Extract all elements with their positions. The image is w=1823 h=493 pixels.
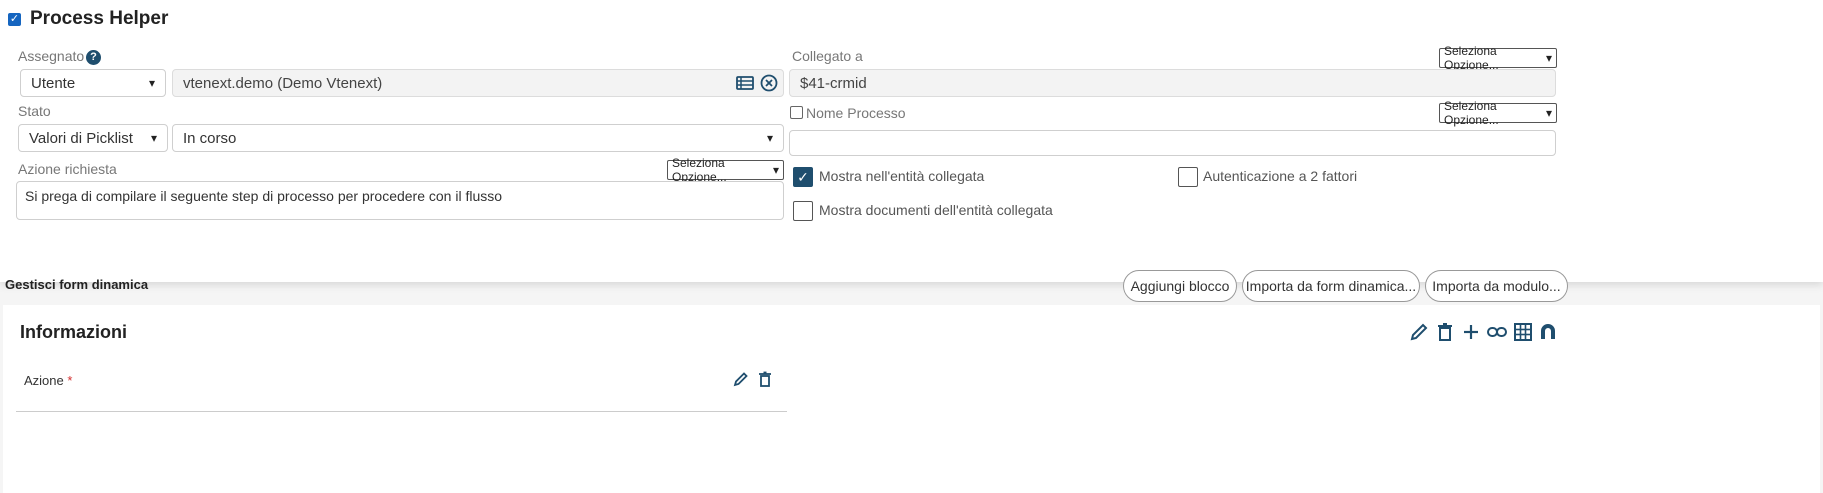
assigned-user-value: vtenext.demo (Demo Vtenext) [183, 74, 383, 92]
edit-icon[interactable] [1408, 321, 1430, 343]
help-icon[interactable]: ? [86, 50, 101, 65]
linked-field[interactable]: $41-crmid [789, 69, 1556, 97]
link-icon[interactable] [1486, 321, 1508, 343]
assigned-type-value: Utente [31, 74, 76, 92]
field-trash-icon[interactable] [756, 370, 774, 388]
status-label: Stato [18, 103, 51, 119]
action-required-option-select[interactable]: Seleziona Opzione... ▾ [667, 156, 784, 184]
list-icon[interactable] [736, 74, 754, 92]
page-title: Process Helper [30, 8, 169, 29]
chevron-down-icon: ▾ [1545, 51, 1552, 65]
process-helper-checkbox[interactable]: ✓ [8, 13, 21, 26]
table-icon[interactable] [1512, 321, 1534, 343]
field-edit-icon[interactable] [732, 370, 750, 388]
process-name-option-label: Seleziona Opzione... [1444, 99, 1499, 127]
block-title: Informazioni [20, 322, 127, 342]
action-required-textarea[interactable]: Si prega di compilare il seguente step d… [16, 181, 784, 220]
status-source-value: Valori di Picklist [29, 129, 133, 147]
import-module-button[interactable]: Importa da modulo... [1425, 270, 1568, 302]
chevron-down-icon: ▾ [766, 131, 773, 145]
linked-label: Collegato a [792, 48, 863, 64]
chevron-down-icon: ▾ [148, 76, 155, 90]
status-select[interactable]: In corso ▾ [172, 124, 784, 152]
assigned-user-field[interactable]: vtenext.demo (Demo Vtenext) [172, 69, 784, 97]
process-helper-card: ✓ Process Helper Assegnato a ? Utente ▾ … [0, 0, 1823, 282]
two-factor-checkbox[interactable] [1178, 167, 1198, 187]
trash-icon[interactable] [1434, 321, 1456, 343]
process-name-option-select[interactable]: Seleziona Opzione... ▾ [1439, 99, 1557, 127]
chevron-down-icon: ▾ [150, 131, 157, 145]
plus-icon[interactable] [1460, 321, 1482, 343]
process-name-label: Nome Processo [806, 105, 906, 121]
clear-icon[interactable] [760, 74, 778, 92]
dynamic-form-title: Gestisci form dinamica [5, 277, 149, 292]
chevron-down-icon: ▾ [772, 163, 779, 177]
required-mark: * [67, 373, 73, 388]
magnet-icon[interactable] [1537, 321, 1559, 343]
chevron-down-icon: ▾ [1545, 106, 1552, 120]
show-docs-label: Mostra documenti dell'entità collegata [819, 202, 1053, 218]
field-divider [16, 411, 787, 412]
linked-option-label: Seleziona Opzione... [1444, 44, 1499, 72]
add-block-button[interactable]: Aggiungi blocco [1123, 270, 1237, 302]
status-source-select[interactable]: Valori di Picklist ▾ [18, 124, 168, 152]
action-required-value: Si prega di compilare il seguente step d… [25, 188, 503, 204]
import-form-button[interactable]: Importa da form dinamica... [1242, 270, 1420, 302]
linked-option-select[interactable]: Seleziona Opzione... ▾ [1439, 44, 1557, 72]
two-factor-label: Autenticazione a 2 fattori [1203, 168, 1358, 184]
show-in-linked-checkbox[interactable]: ✓ [793, 167, 813, 187]
field-label-text: Azione [24, 373, 64, 388]
assigned-type-select[interactable]: Utente ▾ [20, 69, 166, 97]
status-value: In corso [183, 129, 237, 147]
process-name-checkbox[interactable] [790, 106, 803, 119]
field-label-azione: Azione * [24, 373, 72, 388]
action-required-option-label: Seleziona Opzione... [672, 156, 727, 184]
show-in-linked-label: Mostra nell'entità collegata [819, 168, 985, 184]
linked-value: $41-crmid [800, 74, 867, 92]
action-required-label: Azione richiesta [18, 161, 117, 177]
assigned-label: Assegnato a [18, 48, 96, 64]
process-name-input[interactable] [789, 130, 1556, 156]
show-docs-checkbox[interactable] [793, 201, 813, 221]
